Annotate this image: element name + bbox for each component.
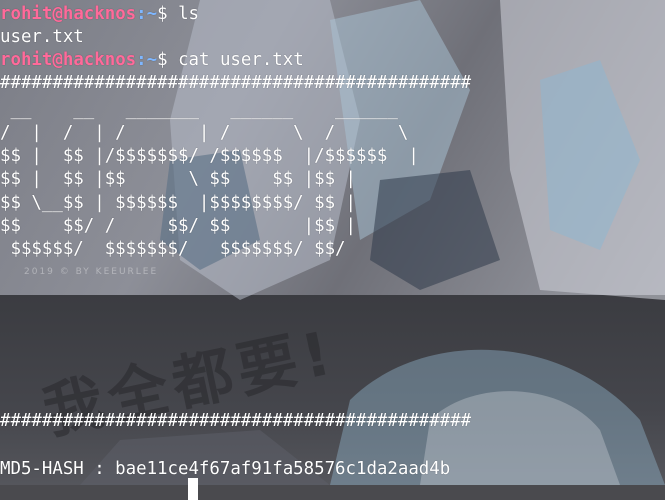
prompt-symbol: $ <box>157 50 168 70</box>
prompt-path: :~ <box>136 50 158 70</box>
ascii-art-line-4: $$ | $$ |$$ \ $$ $$ |$$ | <box>0 169 356 189</box>
prompt-host: hacknos <box>62 50 137 70</box>
hash-border-top: ########################################… <box>0 73 472 93</box>
prompt-host: hacknos <box>62 4 137 24</box>
hash-border-bottom: ########################################… <box>0 411 472 431</box>
ascii-art-line-6: $$ $$/ / $$/ $$ |$$ | <box>0 216 356 236</box>
prompt-line-1: rohit@hacknos:~$ ls <box>0 4 200 24</box>
prompt-path: :~ <box>136 4 158 24</box>
terminal-window[interactable]: rohit@hacknos:~$ ls user.txt rohit@hackn… <box>0 0 665 500</box>
prompt-user: rohit <box>0 50 53 70</box>
prompt-symbol: $ <box>157 4 168 24</box>
ascii-art-line-5: $$ \__$$ | $$$$$$ |$$$$$$$$/ $$ | <box>0 193 356 213</box>
command-ls: ls <box>178 4 200 24</box>
ascii-art-line-2: / | / | / | / \ / \ <box>0 123 409 143</box>
ascii-art-line-7: $$$$$$/ $$$$$$$/ $$$$$$$/ $$/ <box>0 239 346 259</box>
ascii-art-line-3: $$ | $$ |/$$$$$$$/ /$$$$$$ |/$$$$$$ | <box>0 146 419 166</box>
terminal-cursor <box>188 478 198 500</box>
md5-hash-line: MD5-HASH : bae11ce4f67af91fa58576c1da2aa… <box>0 459 451 479</box>
prompt-line-2: rohit@hacknos:~$ cat user.txt <box>0 50 304 70</box>
ls-output: user.txt <box>0 27 84 47</box>
prompt-user: rohit <box>0 4 53 24</box>
command-cat: cat user.txt <box>178 50 304 70</box>
ascii-art-line-1: __ __ _______ ______ ______ <box>0 100 398 120</box>
